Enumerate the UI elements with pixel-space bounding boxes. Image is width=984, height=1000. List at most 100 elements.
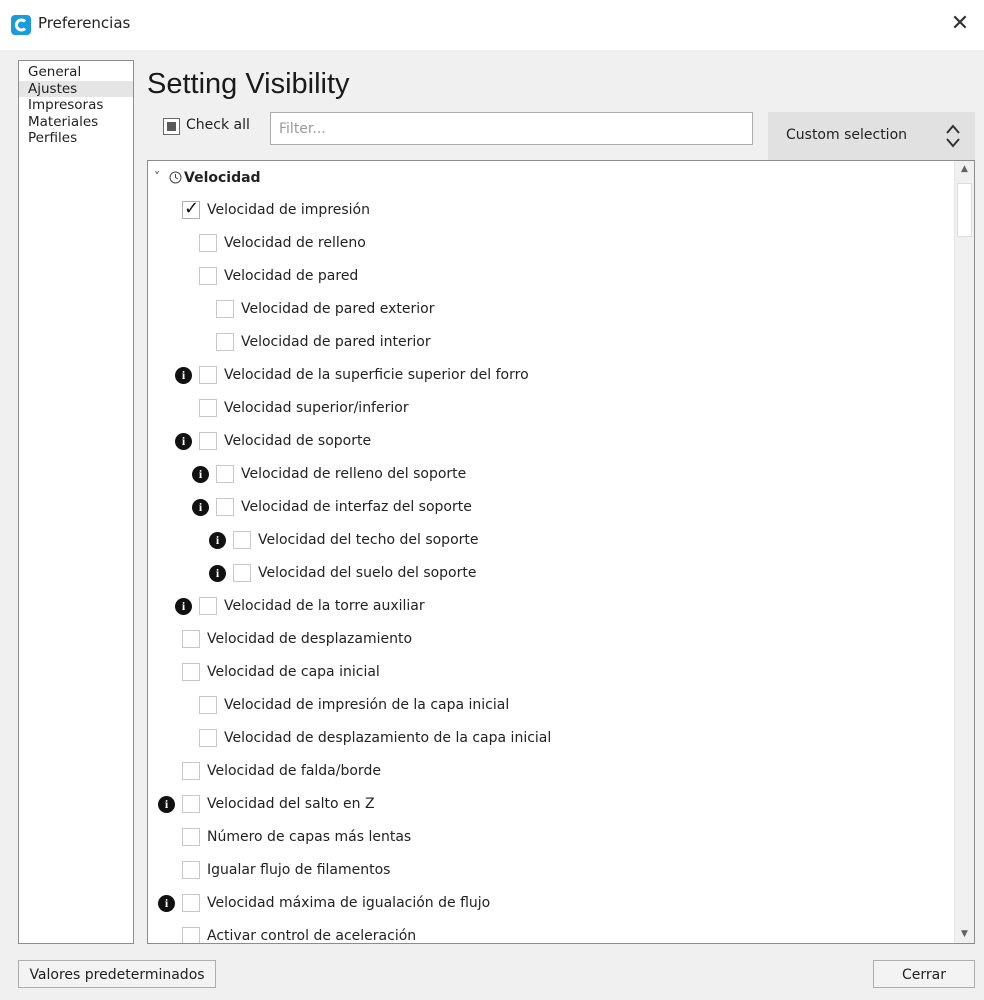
setting-row[interactable]: i Velocidad del salto en Z <box>148 789 954 822</box>
setting-checkbox[interactable] <box>199 366 217 384</box>
scroll-down-arrow-icon[interactable]: ▼ <box>955 926 974 943</box>
setting-label: Velocidad máxima de igualación de flujo <box>207 895 491 911</box>
setting-row[interactable]: Velocidad de impresión <box>148 195 954 228</box>
category-row-velocidad[interactable]: ˅ Velocidad <box>148 162 954 195</box>
info-icon[interactable]: i <box>192 466 209 483</box>
setting-row[interactable]: Velocidad superior/inferior <box>148 393 954 426</box>
setting-checkbox[interactable] <box>216 300 234 318</box>
setting-label: Velocidad superior/inferior <box>224 400 409 416</box>
sidebar-item-impresoras[interactable]: Impresoras <box>19 97 133 114</box>
setting-row[interactable]: i Velocidad del suelo del soporte <box>148 558 954 591</box>
title-bar: Preferencias ✕ <box>0 0 984 50</box>
setting-label: Velocidad del suelo del soporte <box>258 565 477 581</box>
setting-row[interactable]: i Velocidad del techo del soporte <box>148 525 954 558</box>
setting-label: Velocidad de relleno del soporte <box>241 466 467 482</box>
setting-label: Igualar flujo de filamentos <box>207 862 391 878</box>
setting-checkbox[interactable] <box>199 432 217 450</box>
setting-checkbox[interactable] <box>199 267 217 285</box>
setting-label: Velocidad de desplazamiento <box>207 631 413 647</box>
setting-label: Velocidad del techo del soporte <box>258 532 479 548</box>
setting-row[interactable]: Velocidad de pared interior <box>148 327 954 360</box>
setting-checkbox[interactable] <box>182 828 200 846</box>
sidebar-item-perfiles[interactable]: Perfiles <box>19 130 133 147</box>
visibility-preset-select[interactable]: Custom selection <box>768 112 975 160</box>
setting-checkbox[interactable] <box>199 234 217 252</box>
setting-checkbox[interactable] <box>199 696 217 714</box>
category-label: Velocidad <box>184 170 261 186</box>
setting-label: Velocidad de pared exterior <box>241 301 435 317</box>
scroll-up-arrow-icon[interactable]: ▲ <box>955 161 974 178</box>
setting-label: Velocidad del salto en Z <box>207 796 375 812</box>
setting-checkbox[interactable] <box>182 762 200 780</box>
settings-list: ˅ Velocidad Velocidad de impresión Veloci… <box>148 161 954 944</box>
clock-icon <box>169 171 182 184</box>
info-icon[interactable]: i <box>209 565 226 582</box>
setting-label: Velocidad de capa inicial <box>207 664 380 680</box>
setting-label: Velocidad de la superficie superior del … <box>224 367 529 383</box>
chevron-down-icon[interactable]: ˅ <box>154 170 160 184</box>
page-title: Setting Visibility <box>147 68 350 100</box>
setting-label: Velocidad de interfaz del soporte <box>241 499 472 515</box>
filter-input[interactable] <box>270 112 753 145</box>
info-icon[interactable]: i <box>175 433 192 450</box>
settings-scrollbar[interactable]: ▲ ▼ <box>954 161 974 943</box>
sidebar-item-ajustes[interactable]: Ajustes <box>19 80 133 97</box>
cura-app-icon <box>11 15 31 35</box>
setting-checkbox[interactable] <box>182 894 200 912</box>
window-close-icon[interactable]: ✕ <box>946 10 974 38</box>
setting-row[interactable]: Velocidad de relleno <box>148 228 954 261</box>
setting-checkbox[interactable] <box>182 927 200 943</box>
setting-label: Activar control de aceleración <box>207 928 417 944</box>
setting-checkbox[interactable] <box>182 198 200 219</box>
setting-label: Velocidad de relleno <box>224 235 366 251</box>
preset-select-value: Custom selection <box>786 127 908 143</box>
check-all-checkbox[interactable] <box>163 118 180 135</box>
setting-checkbox[interactable] <box>182 861 200 879</box>
setting-row[interactable]: i Velocidad de soporte <box>148 426 954 459</box>
setting-checkbox[interactable] <box>182 663 200 681</box>
setting-checkbox[interactable] <box>199 729 217 747</box>
info-icon[interactable]: i <box>192 499 209 516</box>
setting-checkbox[interactable] <box>216 498 234 516</box>
setting-row[interactable]: i Velocidad de interfaz del soporte <box>148 492 954 525</box>
setting-checkbox[interactable] <box>182 795 200 813</box>
setting-row[interactable]: i Velocidad de la torre auxiliar <box>148 591 954 624</box>
setting-label: Velocidad de soporte <box>224 433 372 449</box>
setting-checkbox[interactable] <box>199 399 217 417</box>
info-icon[interactable]: i <box>158 796 175 813</box>
sidebar-item-general[interactable]: General <box>19 64 133 81</box>
setting-row[interactable]: Velocidad de capa inicial <box>148 657 954 690</box>
setting-row[interactable]: Velocidad de pared <box>148 261 954 294</box>
setting-label: Velocidad de impresión <box>207 202 370 218</box>
setting-checkbox[interactable] <box>233 531 251 549</box>
setting-row[interactable]: Activar control de aceleración <box>148 921 954 944</box>
info-icon[interactable]: i <box>158 895 175 912</box>
setting-label: Velocidad de desplazamiento de la capa i… <box>224 730 552 746</box>
sidebar-item-materiales[interactable]: Materiales <box>19 114 133 131</box>
setting-row[interactable]: i Velocidad de la superficie superior del… <box>148 360 954 393</box>
info-icon[interactable]: i <box>175 367 192 384</box>
close-button[interactable]: Cerrar <box>873 960 975 988</box>
setting-row[interactable]: Velocidad de desplazamiento <box>148 624 954 657</box>
preferences-sidebar: General Ajustes Impresoras Materiales Pe… <box>18 60 134 944</box>
setting-checkbox[interactable] <box>216 333 234 351</box>
setting-checkbox[interactable] <box>233 564 251 582</box>
setting-label: Velocidad de pared <box>224 268 359 284</box>
setting-row[interactable]: i Velocidad de relleno del soporte <box>148 459 954 492</box>
setting-row[interactable]: i Velocidad máxima de igualación de flujo <box>148 888 954 921</box>
setting-row[interactable]: Velocidad de impresión de la capa inicia… <box>148 690 954 723</box>
setting-checkbox[interactable] <box>199 597 217 615</box>
scrollbar-thumb[interactable] <box>957 183 972 237</box>
info-icon[interactable]: i <box>175 598 192 615</box>
setting-checkbox[interactable] <box>216 465 234 483</box>
setting-row[interactable]: Velocidad de falda/borde <box>148 756 954 789</box>
setting-label: Número de capas más lentas <box>207 829 412 845</box>
setting-row[interactable]: Velocidad de desplazamiento de la capa i… <box>148 723 954 756</box>
defaults-button[interactable]: Valores predeterminados <box>18 960 216 988</box>
info-icon[interactable]: i <box>209 532 226 549</box>
setting-row[interactable]: Número de capas más lentas <box>148 822 954 855</box>
setting-row[interactable]: Igualar flujo de filamentos <box>148 855 954 888</box>
setting-row[interactable]: Velocidad de pared exterior <box>148 294 954 327</box>
setting-checkbox[interactable] <box>182 630 200 648</box>
check-all-label[interactable]: Check all <box>186 117 250 133</box>
